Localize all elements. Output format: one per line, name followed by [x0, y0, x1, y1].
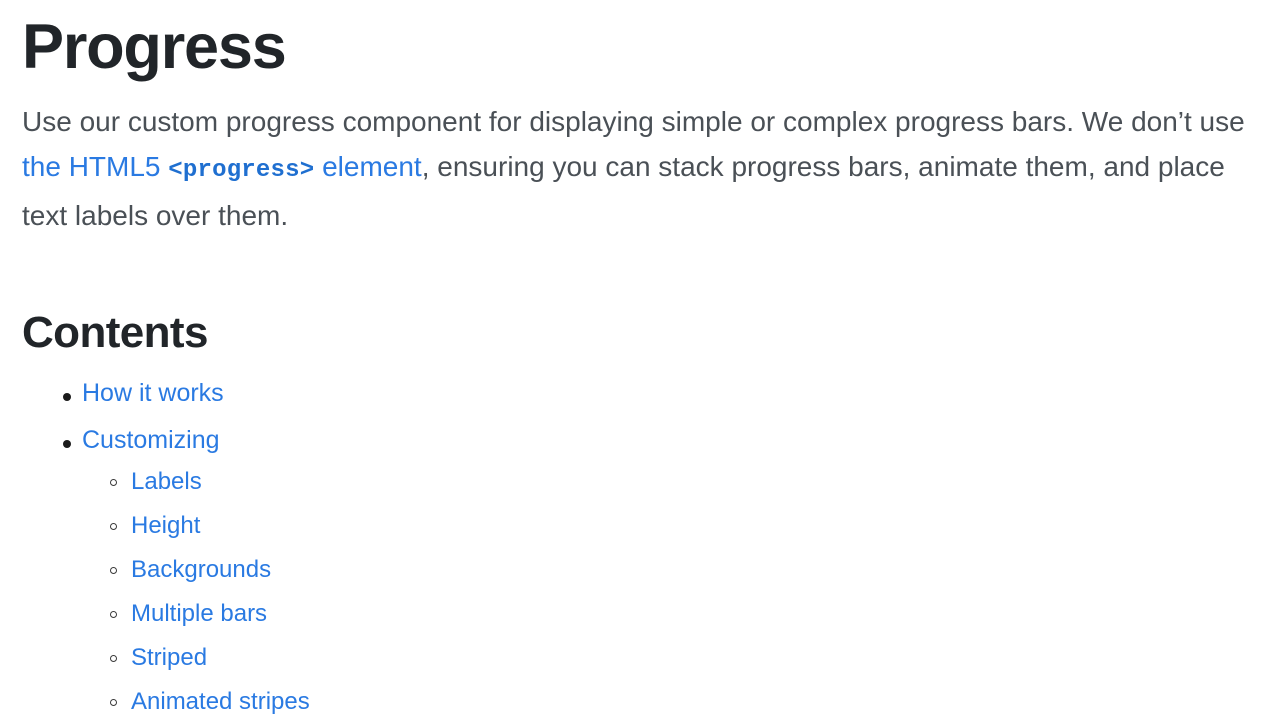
toc-sublist-customizing: Labels Height Backgrounds Multiple bars …	[82, 454, 1256, 715]
disc-bullet-icon	[63, 440, 71, 448]
circle-bullet-icon	[110, 479, 117, 486]
circle-bullet-icon	[110, 611, 117, 618]
toc-link-labels[interactable]: Labels	[131, 468, 202, 495]
list-item: Labels	[82, 468, 1256, 495]
toc-link-customizing[interactable]: Customizing	[82, 426, 220, 454]
toc-link-animated-stripes[interactable]: Animated stripes	[131, 688, 310, 715]
list-item: Multiple bars	[82, 600, 1256, 627]
toc-link-multiple-bars[interactable]: Multiple bars	[131, 600, 267, 627]
list-item: Customizing Labels Height Backgrounds Mu…	[22, 426, 1256, 715]
list-item: Height	[82, 512, 1256, 539]
page-title: Progress	[22, 12, 287, 82]
list-item: How it works	[22, 379, 1256, 407]
intro-paragraph: Use our custom progress component for di…	[22, 79, 1256, 238]
disc-bullet-icon	[63, 393, 71, 401]
progress-tag-code: <progress>	[168, 157, 315, 184]
table-of-contents: How it works Customizing Labels Height B…	[22, 355, 1256, 715]
intro-text-before-link: Use our custom progress component for di…	[22, 106, 1245, 137]
list-item: Animated stripes	[82, 688, 1256, 715]
circle-bullet-icon	[110, 655, 117, 662]
toc-link-striped[interactable]: Striped	[131, 644, 207, 671]
html5-progress-element-link[interactable]: the HTML5 <progress> element	[22, 151, 422, 184]
circle-bullet-icon	[110, 699, 117, 706]
toc-link-backgrounds[interactable]: Backgrounds	[131, 556, 271, 583]
list-item: Backgrounds	[82, 556, 1256, 583]
circle-bullet-icon	[110, 523, 117, 530]
toc-link-height[interactable]: Height	[131, 512, 200, 539]
circle-bullet-icon	[110, 567, 117, 574]
link-text-suffix: element	[314, 151, 422, 182]
link-text-prefix: the HTML5	[22, 151, 169, 182]
list-item: Striped	[82, 644, 1256, 671]
toc-link-how-it-works[interactable]: How it works	[82, 379, 224, 407]
contents-heading: Contents	[22, 308, 208, 357]
document-page: Progress Use our custom progress compone…	[0, 0, 1278, 716]
